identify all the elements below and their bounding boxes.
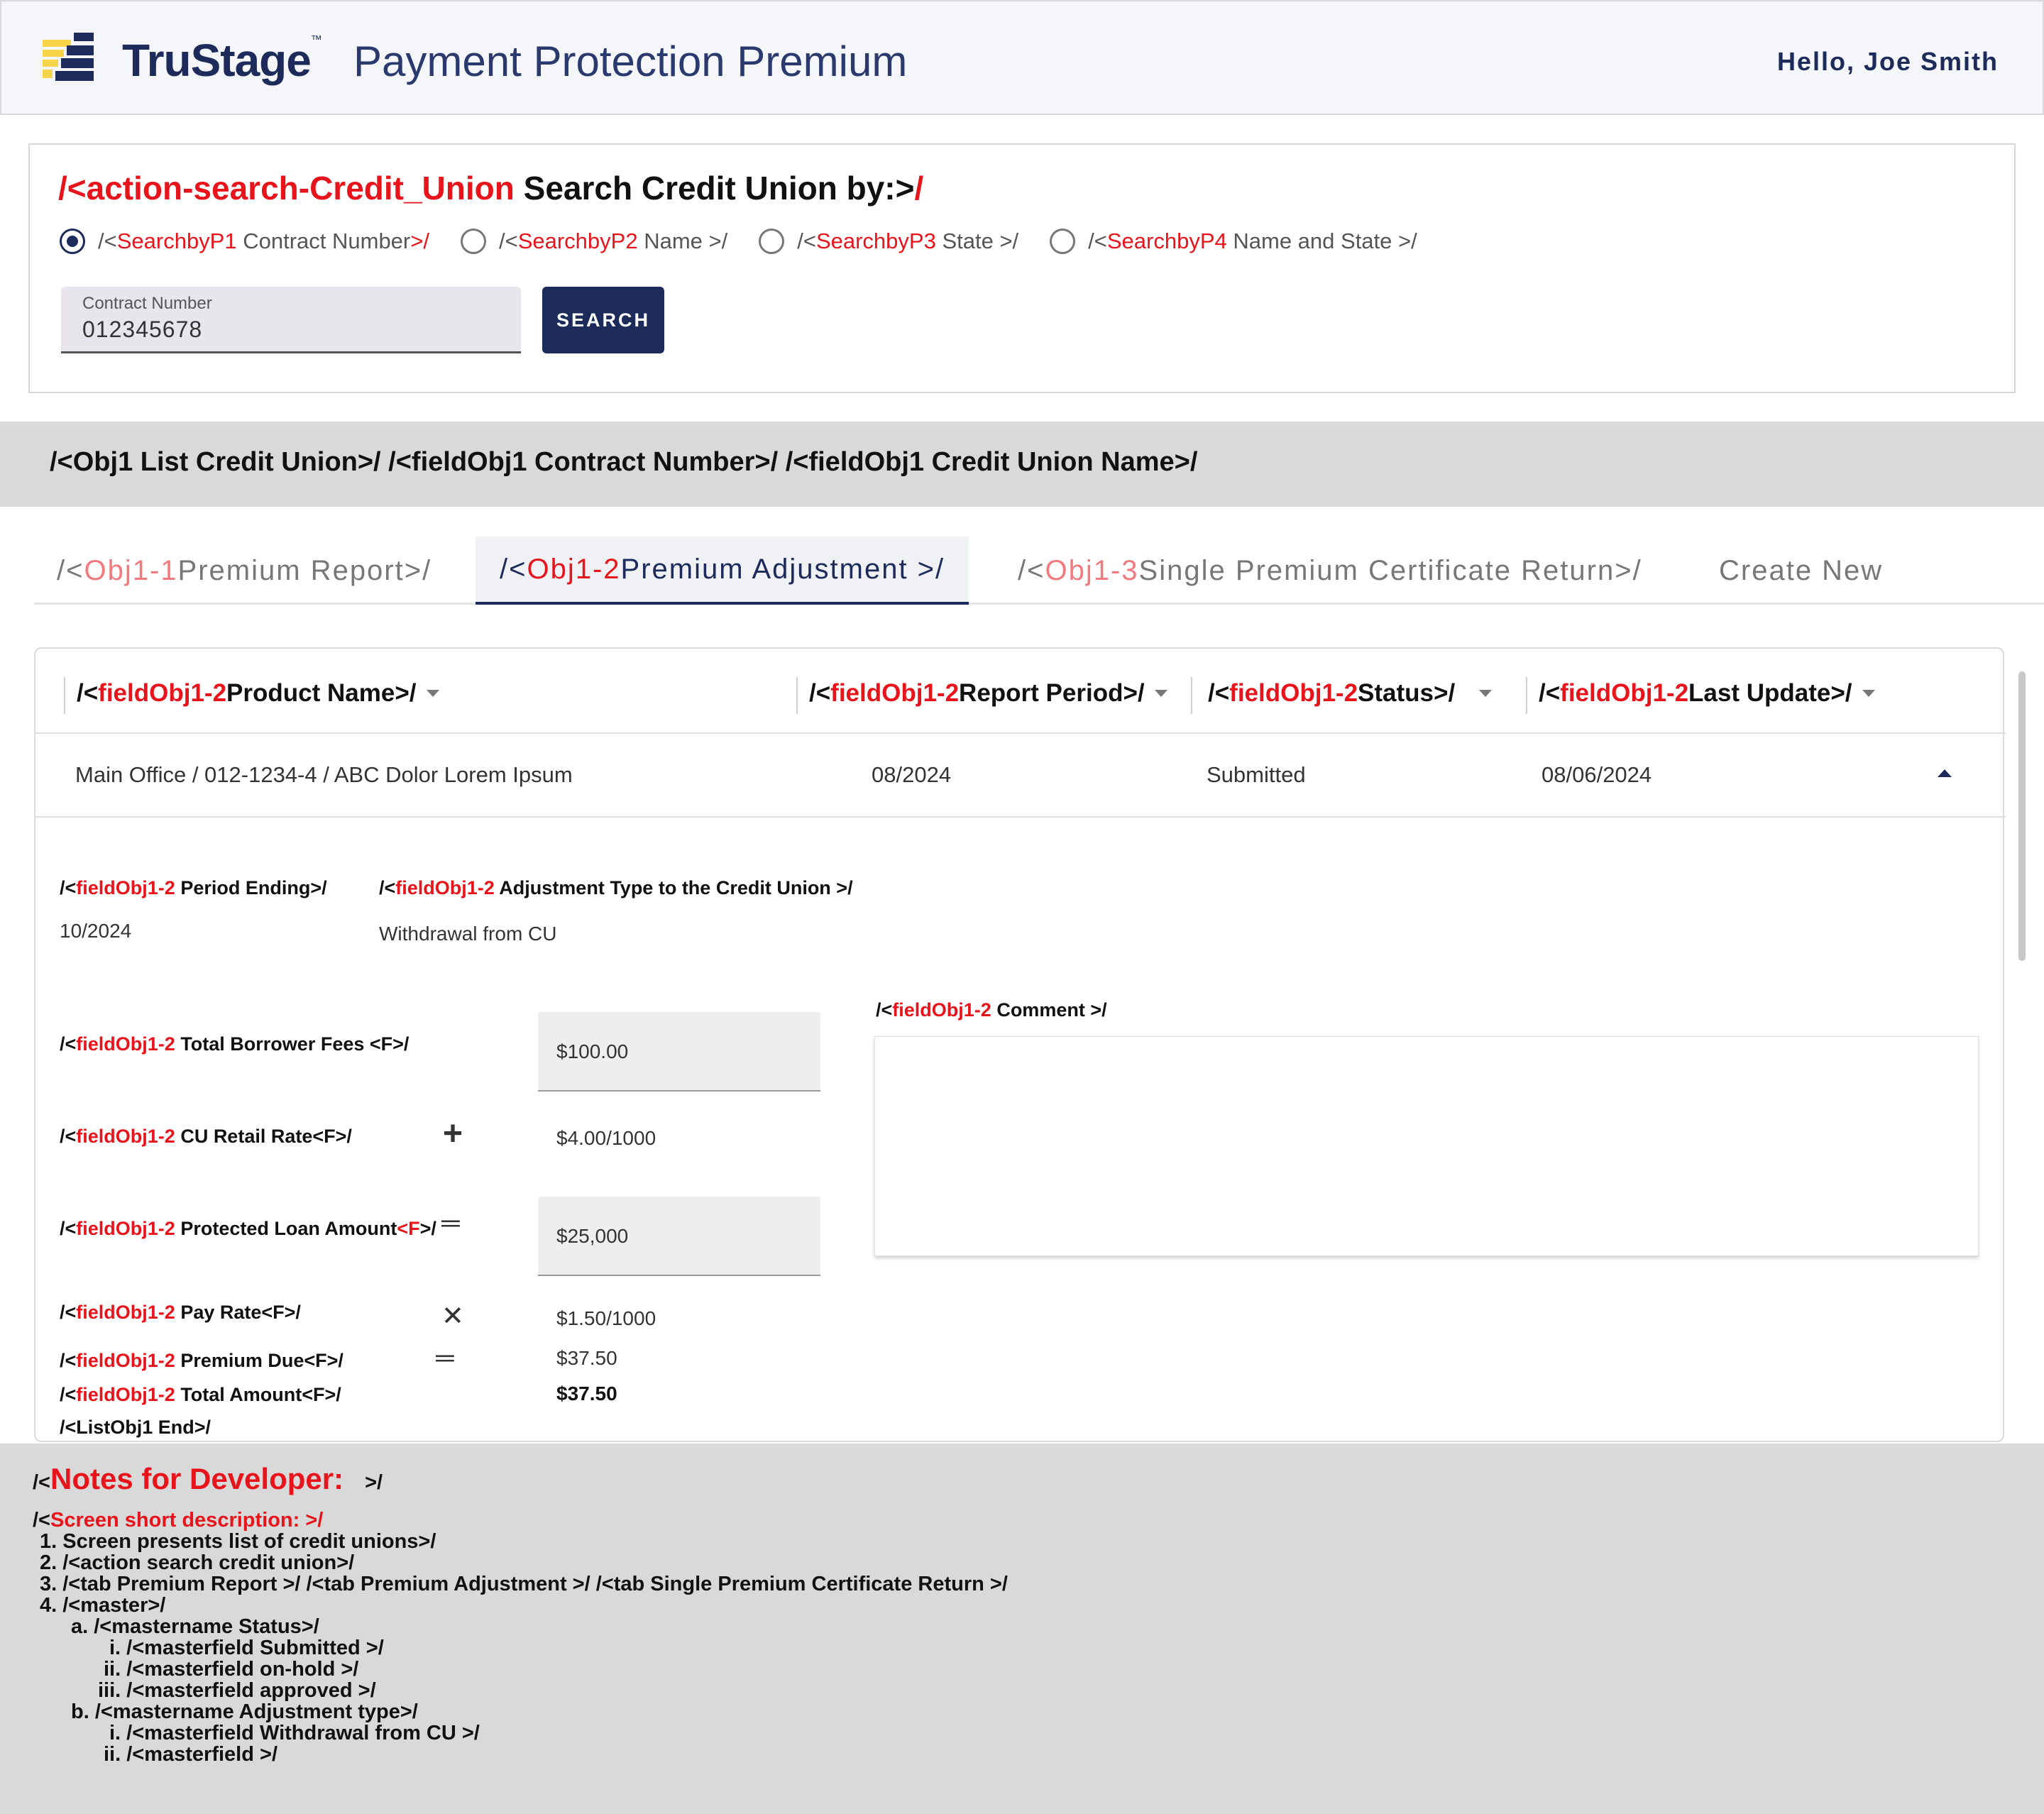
notes-title: /<Notes for Developer: >/ bbox=[33, 1462, 383, 1495]
trustage-logo-icon bbox=[43, 33, 94, 81]
equals-icon: ═ bbox=[441, 1208, 460, 1237]
tab-premium-report[interactable]: /< Obj1-1 Premium Report>/ bbox=[57, 537, 432, 605]
protected-loan-amount-label: /<fieldObj1-2 Protected Loan Amount<F>/ bbox=[60, 1218, 436, 1239]
cell-status: Submitted bbox=[1207, 762, 1306, 787]
pay-rate-label: /<fieldObj1-2 Pay Rate<F>/ bbox=[60, 1302, 301, 1323]
radio-selected-icon[interactable] bbox=[60, 229, 85, 254]
developer-notes: /<Notes for Developer: >/ /<Screen short … bbox=[0, 1444, 2044, 1814]
radio-unselected-icon[interactable] bbox=[460, 229, 486, 254]
column-header-last-update[interactable]: /< fieldObj1-2 Last Update>/ bbox=[1539, 676, 1875, 711]
tab-premium-adjustment[interactable]: /< Obj1-2 Premium Adjustment >/ bbox=[476, 537, 969, 605]
radio-contract-number[interactable]: /<SearchbyP1 Contract Number>/ bbox=[60, 229, 429, 254]
column-header-report-period[interactable]: /< fieldObj1-2 Report Period>/ bbox=[809, 676, 1167, 711]
premium-adjustment-table: /< fieldObj1-2 Product Name>/ /< fieldObj1… bbox=[34, 647, 2006, 1442]
adjustment-type-label: /<fieldObj1-2 Adjustment Type to the Cre… bbox=[379, 877, 853, 898]
adjustment-type-value: Withdrawal from CU bbox=[379, 923, 557, 945]
column-header-status[interactable]: /< fieldObj1-2 Status>/ bbox=[1208, 676, 1493, 711]
column-divider bbox=[796, 677, 798, 714]
cell-product-name: Main Office / 012-1234-4 / ABC Dolor Lor… bbox=[75, 762, 573, 787]
radio-unselected-icon[interactable] bbox=[759, 229, 785, 254]
page-title: Payment Protection Premium bbox=[353, 38, 908, 85]
period-ending-value: 10/2024 bbox=[60, 920, 132, 942]
credit-union-list-header: /<Obj1 List Credit Union>/ /<fieldObj1 C… bbox=[0, 422, 2044, 507]
app-header: TruStage™ Payment Protection Premium Hel… bbox=[0, 0, 2044, 115]
notes-line: 1. Screen presents list of credit unions… bbox=[40, 1530, 436, 1553]
total-borrower-fees-field[interactable]: $100.00 bbox=[538, 1012, 820, 1092]
equals-icon: ═ bbox=[436, 1343, 454, 1372]
notes-line: ii. /<masterfield on-hold >/ bbox=[104, 1658, 359, 1681]
radio-state[interactable]: /<SearchbyP3 State >/ bbox=[759, 229, 1018, 254]
sort-caret-icon[interactable] bbox=[1479, 690, 1493, 697]
total-amount-label: /<fieldObj1-2 Total Amount<F>/ bbox=[60, 1384, 341, 1405]
collapse-row-icon[interactable] bbox=[1938, 769, 1952, 777]
user-greeting[interactable]: Hello, Joe Smith bbox=[1777, 47, 1999, 77]
divider bbox=[35, 816, 2006, 818]
list-end-marker: /<ListObj1 End>/ bbox=[60, 1417, 211, 1438]
column-divider bbox=[64, 677, 65, 714]
comment-textarea[interactable] bbox=[874, 1036, 1979, 1256]
divider bbox=[35, 732, 2006, 734]
cell-report-period: 08/2024 bbox=[872, 762, 952, 787]
brand-name: TruStage™ bbox=[122, 34, 322, 86]
tab-bar: /< Obj1-1 Premium Report>/ /< Obj1-2 Premi… bbox=[34, 537, 2044, 605]
total-amount-value: $37.50 bbox=[556, 1383, 617, 1405]
notes-line: i. /<masterfield Submitted >/ bbox=[109, 1637, 384, 1659]
sort-caret-icon[interactable] bbox=[1154, 690, 1167, 697]
scrollbar-thumb[interactable] bbox=[2018, 671, 2026, 961]
page: TruStage™ Payment Protection Premium Hel… bbox=[0, 0, 2044, 1814]
multiply-icon: ✕ bbox=[441, 1302, 464, 1331]
notes-line: i. /<masterfield Withdrawal from CU >/ bbox=[109, 1722, 480, 1744]
notes-line: 3. /<tab Premium Report >/ /<tab Premium… bbox=[40, 1573, 1008, 1595]
cu-retail-rate-value: $4.00/1000 bbox=[556, 1127, 656, 1149]
contract-number-input[interactable]: Contract Number 012345678 bbox=[61, 287, 521, 353]
tab-single-premium-certificate-return[interactable]: /< Obj1-3 Single Premium Certificate Retu… bbox=[1018, 537, 1642, 605]
sort-caret-icon[interactable] bbox=[426, 690, 439, 697]
notes-line: 2. /<action search credit union>/ bbox=[40, 1551, 355, 1574]
premium-due-label: /<fieldObj1-2 Premium Due<F>/ bbox=[60, 1350, 344, 1371]
column-header-product-name[interactable]: /< fieldObj1-2 Product Name>/ bbox=[77, 676, 439, 711]
notes-line: a. /<mastername Status>/ bbox=[71, 1615, 319, 1638]
notes-line: 4. /<master>/ bbox=[40, 1594, 166, 1617]
notes-line: b. /<mastername Adjustment type>/ bbox=[71, 1700, 418, 1723]
sort-caret-icon[interactable] bbox=[1862, 690, 1875, 697]
contract-number-value[interactable]: 012345678 bbox=[82, 317, 202, 343]
contract-number-label: Contract Number bbox=[82, 294, 212, 313]
premium-due-value: $37.50 bbox=[556, 1347, 617, 1369]
cell-last-update: 08/06/2024 bbox=[1542, 762, 1652, 787]
radio-name-and-state[interactable]: /<SearchbyP4 Name and State >/ bbox=[1050, 229, 1417, 254]
protected-loan-amount-field[interactable]: $25,000 bbox=[538, 1197, 820, 1276]
search-by-radio-group: /<SearchbyP1 Contract Number>/ /<Searchb… bbox=[60, 229, 1449, 254]
credit-union-list-label: /<Obj1 List Credit Union>/ /<fieldObj1 C… bbox=[50, 447, 1198, 477]
notes-description-label: /<Screen short description: >/ bbox=[33, 1509, 324, 1532]
column-divider bbox=[1191, 677, 1192, 714]
search-title: /<action-search-Credit_Union Search Cred… bbox=[58, 170, 924, 207]
search-button[interactable]: SEARCH bbox=[542, 287, 664, 353]
radio-unselected-icon[interactable] bbox=[1050, 229, 1076, 254]
comment-label: /<fieldObj1-2 Comment >/ bbox=[876, 999, 1107, 1021]
notes-line: ii. /<masterfield >/ bbox=[104, 1743, 278, 1766]
column-divider bbox=[1526, 677, 1527, 714]
plus-icon: + bbox=[443, 1115, 463, 1153]
tab-create-new[interactable]: Create New bbox=[1719, 537, 1883, 605]
period-ending-label: /<fieldObj1-2 Period Ending>/ bbox=[60, 877, 327, 898]
search-panel: /<action-search-Credit_Union Search Cred… bbox=[28, 143, 2016, 393]
radio-name[interactable]: /<SearchbyP2 Name >/ bbox=[460, 229, 727, 254]
cu-retail-rate-label: /<fieldObj1-2 CU Retail Rate<F>/ bbox=[60, 1126, 352, 1147]
pay-rate-value: $1.50/1000 bbox=[556, 1307, 656, 1329]
total-borrower-fees-label: /<fieldObj1-2 Total Borrower Fees <F>/ bbox=[60, 1033, 410, 1055]
notes-line: iii. /<masterfield approved >/ bbox=[98, 1679, 376, 1702]
